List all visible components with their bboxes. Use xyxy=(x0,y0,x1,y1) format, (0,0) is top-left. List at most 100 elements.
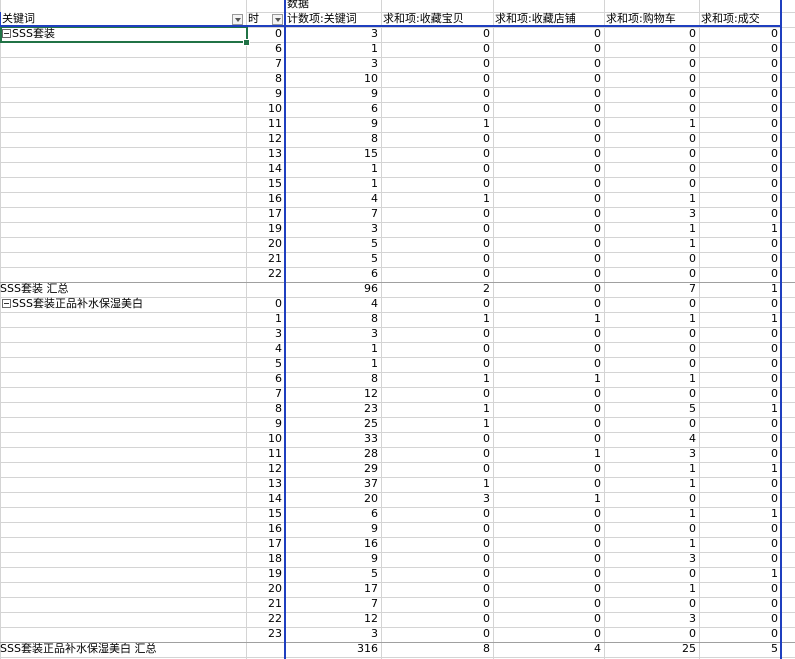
subtotal-value[interactable]: 2 xyxy=(381,282,493,297)
value-cell[interactable]: 3 xyxy=(604,612,699,627)
subtotal-value[interactable]: 316 xyxy=(285,642,381,657)
value-cell[interactable]: 1 xyxy=(285,177,381,192)
value-cell[interactable]: 1 xyxy=(381,402,493,417)
value-cell[interactable]: 0 xyxy=(699,207,781,222)
value-cell[interactable]: 0 xyxy=(604,567,699,582)
value-cell[interactable]: 1 xyxy=(493,372,604,387)
subtotal-label[interactable]: SSS套装 汇总 xyxy=(0,282,285,297)
value-cell[interactable]: 0 xyxy=(604,42,699,57)
value-cell[interactable]: 0 xyxy=(699,237,781,252)
value-cell[interactable]: 0 xyxy=(604,522,699,537)
value-cell[interactable]: 7 xyxy=(285,207,381,222)
subtotal-label[interactable]: SSS套装正品补水保湿美白 汇总 xyxy=(0,642,285,657)
value-cell[interactable]: 0 xyxy=(381,147,493,162)
value-cell[interactable]: 0 xyxy=(493,402,604,417)
subtotal-value[interactable]: 1 xyxy=(699,282,781,297)
value-cell[interactable]: 1 xyxy=(604,537,699,552)
subtotal-value[interactable]: 0 xyxy=(493,282,604,297)
value-cell[interactable]: 0 xyxy=(699,147,781,162)
value-cell[interactable]: 5 xyxy=(285,237,381,252)
value-cell[interactable]: 0 xyxy=(699,372,781,387)
value-cell[interactable]: 0 xyxy=(493,222,604,237)
value-cell[interactable]: 0 xyxy=(699,27,781,42)
value-cell[interactable]: 0 xyxy=(381,237,493,252)
hour-cell[interactable]: 6 xyxy=(246,42,285,57)
hour-cell[interactable]: 11 xyxy=(246,117,285,132)
value-cell[interactable]: 0 xyxy=(493,162,604,177)
value-cell[interactable]: 0 xyxy=(493,522,604,537)
value-cell[interactable]: 0 xyxy=(699,417,781,432)
value-cell[interactable]: 0 xyxy=(381,507,493,522)
value-cell[interactable]: 9 xyxy=(285,522,381,537)
hour-cell[interactable]: 8 xyxy=(246,72,285,87)
value-cell[interactable]: 0 xyxy=(699,552,781,567)
value-cell[interactable]: 0 xyxy=(604,57,699,72)
value-cell[interactable]: 1 xyxy=(604,222,699,237)
value-cell[interactable]: 5 xyxy=(285,567,381,582)
value-cell[interactable]: 0 xyxy=(699,132,781,147)
value-cell[interactable]: 0 xyxy=(493,132,604,147)
value-cell[interactable]: 0 xyxy=(381,72,493,87)
hour-cell[interactable]: 22 xyxy=(246,612,285,627)
value-cell[interactable]: 0 xyxy=(381,222,493,237)
group-label-2[interactable]: SSS套装正品补水保湿美白 xyxy=(0,297,246,312)
value-cell[interactable]: 0 xyxy=(699,42,781,57)
hour-cell[interactable]: 16 xyxy=(246,522,285,537)
value-cell[interactable]: 10 xyxy=(285,72,381,87)
value-cell[interactable]: 0 xyxy=(699,447,781,462)
value-cell[interactable]: 0 xyxy=(604,597,699,612)
value-cell[interactable]: 8 xyxy=(285,132,381,147)
hour-cell[interactable]: 12 xyxy=(246,462,285,477)
value-cell[interactable]: 0 xyxy=(493,177,604,192)
hour-cell[interactable]: 12 xyxy=(246,132,285,147)
value-cell[interactable]: 0 xyxy=(699,267,781,282)
value-cell[interactable]: 0 xyxy=(381,552,493,567)
value-cell[interactable]: 0 xyxy=(381,42,493,57)
value-cell[interactable]: 0 xyxy=(493,27,604,42)
hour-cell[interactable]: 4 xyxy=(246,342,285,357)
value-cell[interactable]: 0 xyxy=(381,327,493,342)
value-cell[interactable]: 0 xyxy=(493,117,604,132)
hour-cell[interactable]: 1 xyxy=(246,312,285,327)
value-cell[interactable]: 0 xyxy=(381,342,493,357)
value-cell[interactable]: 1 xyxy=(604,477,699,492)
value-cell[interactable]: 37 xyxy=(285,477,381,492)
value-cell[interactable]: 0 xyxy=(699,387,781,402)
hour-cell[interactable]: 13 xyxy=(246,477,285,492)
value-cell[interactable]: 0 xyxy=(381,132,493,147)
value-cell[interactable]: 9 xyxy=(285,117,381,132)
value-cell[interactable]: 0 xyxy=(493,582,604,597)
value-cell[interactable]: 1 xyxy=(493,447,604,462)
value-cell[interactable]: 1 xyxy=(493,492,604,507)
hour-cell[interactable]: 21 xyxy=(246,252,285,267)
hour-cell[interactable]: 13 xyxy=(246,147,285,162)
value-cell[interactable]: 0 xyxy=(493,207,604,222)
value-cell[interactable]: 1 xyxy=(381,192,493,207)
value-cell[interactable]: 0 xyxy=(699,627,781,642)
value-cell[interactable]: 0 xyxy=(604,342,699,357)
value-cell[interactable]: 0 xyxy=(604,72,699,87)
value-cell[interactable]: 0 xyxy=(493,192,604,207)
subtotal-value[interactable]: 96 xyxy=(285,282,381,297)
value-cell[interactable]: 1 xyxy=(699,312,781,327)
value-cell[interactable]: 1 xyxy=(381,117,493,132)
value-cell[interactable]: 0 xyxy=(699,102,781,117)
value-cell[interactable]: 0 xyxy=(604,387,699,402)
hour-cell[interactable]: 17 xyxy=(246,537,285,552)
value-cell[interactable]: 1 xyxy=(604,312,699,327)
value-cell[interactable]: 0 xyxy=(381,462,493,477)
hour-cell[interactable]: 17 xyxy=(246,207,285,222)
value-cell[interactable]: 0 xyxy=(381,357,493,372)
value-cell[interactable]: 0 xyxy=(699,537,781,552)
value-cell[interactable]: 0 xyxy=(493,387,604,402)
value-cell[interactable]: 4 xyxy=(604,432,699,447)
value-cell[interactable]: 1 xyxy=(604,192,699,207)
value-cell[interactable]: 0 xyxy=(493,537,604,552)
subtotal-value[interactable]: 7 xyxy=(604,282,699,297)
value-cell[interactable]: 0 xyxy=(493,567,604,582)
value-cell[interactable]: 0 xyxy=(493,72,604,87)
value-cell[interactable]: 33 xyxy=(285,432,381,447)
hour-cell[interactable]: 7 xyxy=(246,387,285,402)
value-cell[interactable]: 0 xyxy=(699,327,781,342)
hour-cell[interactable]: 0 xyxy=(246,27,285,42)
